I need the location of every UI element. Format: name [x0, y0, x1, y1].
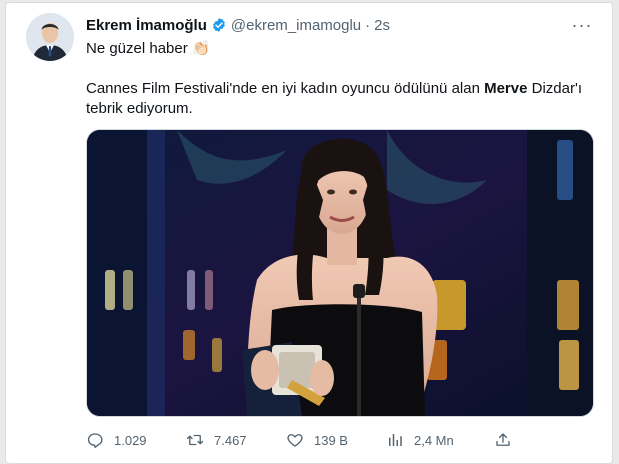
reply-action[interactable]: 1.029: [86, 429, 147, 451]
share-icon: [496, 433, 510, 446]
tweet-text-line2: Cannes Film Festivali'nde en iyi kadın o…: [86, 79, 596, 119]
retweet-icon: [186, 434, 204, 446]
tweet-text-before: Cannes Film Festivali'nde en iyi kadın o…: [86, 80, 485, 97]
reply-icon: [87, 433, 103, 448]
timestamp[interactable]: 2s: [374, 17, 390, 34]
reply-count: 1.029: [114, 432, 147, 448]
tweet-text-highlight: Merve: [484, 80, 528, 97]
avatar-photo: [26, 13, 74, 61]
tweet-actions: 1.029 7.467 139 B 2,4 Mn: [86, 429, 586, 451]
like-icon: [287, 434, 303, 447]
retweet-action[interactable]: 7.467: [186, 429, 247, 451]
tweet-media-photo[interactable]: [86, 129, 594, 417]
separator-dot: ·: [365, 16, 371, 34]
author-name[interactable]: Ekrem İmamoğlu: [86, 17, 207, 34]
tweet-card: Ekrem İmamoğlu @ekrem_imamoglu · 2s ··· …: [5, 2, 613, 464]
clapping-hands-emoji: 👏🏻: [191, 40, 211, 57]
views-count: 2,4 Mn: [414, 432, 454, 448]
photo-woman-holding-award: [87, 130, 593, 416]
like-count: 139 B: [314, 432, 348, 448]
verified-badge-icon: [213, 18, 225, 32]
tweet-header: Ekrem İmamoğlu @ekrem_imamoglu · 2s: [86, 15, 390, 35]
tweet-text-line1: Ne güzel haber 👏🏻: [86, 39, 210, 59]
more-icon[interactable]: ···: [570, 15, 594, 35]
author-handle[interactable]: @ekrem_imamoglu: [231, 17, 361, 34]
views-action[interactable]: 2,4 Mn: [386, 429, 454, 451]
like-action[interactable]: 139 B: [286, 429, 348, 451]
views-icon: [389, 434, 402, 446]
tweet-text-line1-content: Ne güzel haber: [86, 40, 188, 57]
share-action[interactable]: [494, 429, 512, 451]
retweet-count: 7.467: [214, 432, 247, 448]
avatar[interactable]: [26, 13, 74, 61]
